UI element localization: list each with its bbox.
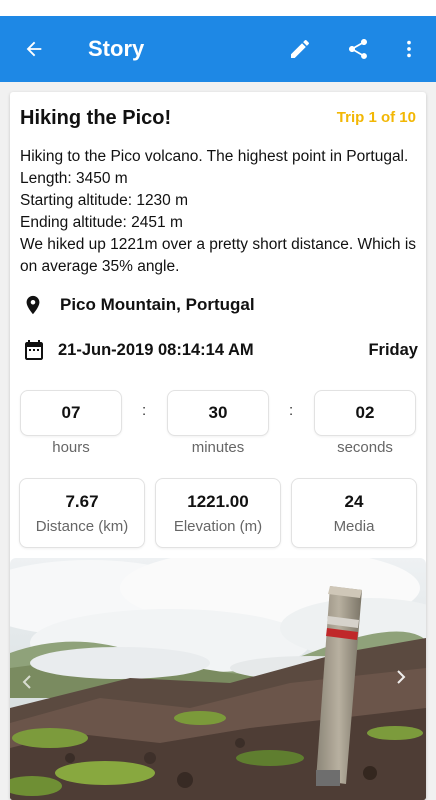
hours-label: hours <box>52 439 90 456</box>
story-description: Hiking to the Pico volcano. The highest … <box>20 148 417 275</box>
hours-box: 07 <box>20 390 122 436</box>
distance-label: Distance (km) <box>35 518 129 535</box>
arrow-back-icon <box>26 41 42 57</box>
distance-stat: 7.67 Distance (km) <box>19 478 145 548</box>
status-bar <box>0 0 436 16</box>
edit-button[interactable] <box>278 16 322 82</box>
minutes-box: 30 <box>167 390 269 436</box>
pencil-icon <box>291 39 310 58</box>
time-separator: : <box>289 402 294 419</box>
trip-badge: Trip 1 of 10 <box>336 109 416 126</box>
calendar-icon <box>25 340 43 360</box>
media-label: Media <box>333 518 375 535</box>
time-separator: : <box>142 402 147 419</box>
back-button[interactable] <box>12 16 56 82</box>
page-title: Story <box>88 36 145 61</box>
weekday-text: Friday <box>368 340 418 359</box>
date-row: 21-Jun-2019 08:14:14 AM Friday <box>22 337 418 363</box>
share-button[interactable] <box>336 16 380 82</box>
more-options-button[interactable] <box>392 16 426 82</box>
media-stat[interactable]: 24 Media <box>291 478 417 548</box>
story-title: Hiking the Pico! <box>20 107 172 129</box>
location-row[interactable]: Pico Mountain, Portugal <box>22 292 255 318</box>
more-vert-icon <box>407 40 411 58</box>
minutes-label: minutes <box>191 439 245 456</box>
distance-value: 7.67 <box>65 492 99 511</box>
media-value: 24 <box>344 492 364 511</box>
story-photo[interactable] <box>10 558 426 800</box>
elevation-value: 1221.00 <box>187 492 249 511</box>
elevation-label: Elevation (m) <box>173 518 263 535</box>
seconds-box: 02 <box>314 390 416 436</box>
location-pin-icon <box>26 295 40 315</box>
story-card: Hiking the Pico! Trip 1 of 10 Hiking to … <box>10 92 426 800</box>
share-icon <box>349 39 367 59</box>
date-time-text: 21-Jun-2019 08:14:14 AM <box>58 340 254 359</box>
elevation-stat: 1221.00 Elevation (m) <box>155 478 281 548</box>
location-text: Pico Mountain, Portugal <box>60 295 255 314</box>
app-bar: Story <box>0 16 436 82</box>
mountain-photo <box>10 558 426 800</box>
seconds-label: seconds <box>337 439 393 456</box>
